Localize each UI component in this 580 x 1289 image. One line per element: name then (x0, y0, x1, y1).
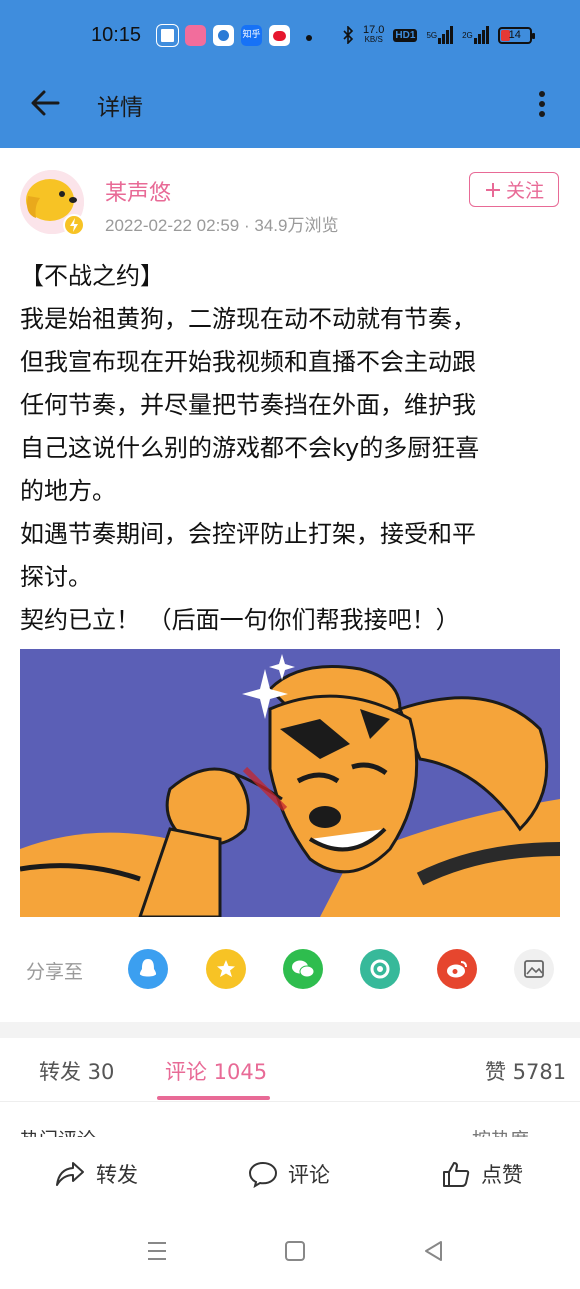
sim1-label: 5G (426, 31, 438, 40)
thumbs-up-icon (443, 1162, 470, 1187)
battery-level: 14 (508, 29, 521, 41)
sim2-label: 2G (462, 31, 473, 40)
comment-label: 评论 (288, 1163, 330, 1187)
tab-comments[interactable]: 评论 1045 (165, 1056, 267, 1086)
share-arrow-icon (56, 1162, 84, 1186)
view-count: 34.9万浏览 (254, 216, 339, 235)
post-content: 【不战之约】 我是始祖黄狗，二游现在动不动就有节奏， 但我宣布现在开始我视频和直… (20, 255, 560, 642)
post-line: 契约已立！ （后面一句你们帮我接吧！） (20, 606, 460, 634)
like-button[interactable]: 点赞 (441, 1159, 523, 1189)
follow-button[interactable]: 关注 (469, 172, 559, 207)
post-image[interactable] (20, 649, 560, 917)
meta-separator: · (243, 216, 255, 235)
moments-icon[interactable] (360, 949, 400, 989)
username[interactable]: 某声悠 (105, 175, 171, 207)
app-bar: 详情 (0, 72, 580, 134)
qzone-icon[interactable] (206, 949, 246, 989)
dog-illustration (20, 649, 560, 917)
status-time: 10:15 (91, 24, 142, 46)
post-line: 我是始祖黄狗，二游现在动不动就有节奏， (20, 305, 476, 333)
recents-menu-icon[interactable] (146, 1239, 168, 1263)
net-speed-unit: KB/S (364, 35, 383, 44)
plus-icon (485, 182, 500, 197)
screen: 10:15 知乎 17.0 KB/S HD1 5G 2G 14 详情 某声悠 2… (0, 0, 580, 1289)
signal-sim2-icon: 2G (462, 26, 489, 44)
bluetooth-icon (343, 26, 354, 44)
home-square-icon[interactable] (284, 1239, 306, 1263)
signal-sim1-icon: 5G (426, 26, 454, 44)
comment-bubble-icon (248, 1161, 278, 1188)
post-line: 的地方。 (20, 477, 116, 505)
interaction-tabs: 转发 30 评论 1045 赞 5781 (0, 1038, 580, 1102)
action-bar: 转发 评论 点赞 (0, 1137, 580, 1219)
like-label: 点赞 (481, 1163, 523, 1187)
tab-repost[interactable]: 转发 30 (39, 1056, 114, 1086)
avatar[interactable] (20, 170, 85, 236)
notification-icons: 知乎 (157, 25, 290, 46)
post-line: 【不战之约】 (20, 262, 164, 290)
qq-browser-icon (157, 25, 178, 46)
post-line: 探讨。 (20, 563, 92, 591)
wechat-icon[interactable] (283, 949, 323, 989)
qq-icon[interactable] (128, 949, 168, 989)
share-row: 分享至 (0, 945, 580, 995)
hd-badge: HD1 (393, 28, 418, 42)
repost-label: 转发 (96, 1163, 138, 1187)
share-label: 分享至 (26, 961, 84, 983)
section-divider (0, 1022, 580, 1038)
post-line: 自己这说什么别的游戏都不会ky的多厨狂喜 (20, 434, 480, 462)
comments-header-peek: 热门评论 按热度 (0, 1103, 580, 1137)
system-nav-bar (0, 1219, 580, 1289)
app-circle-icon (213, 25, 234, 46)
image-icon[interactable] (514, 949, 554, 989)
net-speed-value: 17.0 (363, 24, 385, 36)
status-bar: 10:15 知乎 17.0 KB/S HD1 5G 2G 14 (0, 0, 580, 72)
battery-icon: 14 (497, 26, 535, 44)
sort-by-hot[interactable]: 按热度 (472, 1125, 529, 1137)
follow-label: 关注 (505, 180, 544, 202)
post-timestamp: 2022-02-22 02:59 (105, 216, 240, 235)
back-triangle-icon[interactable] (422, 1239, 444, 1263)
comment-button[interactable]: 评论 (248, 1159, 330, 1189)
weibo-icon (269, 25, 290, 46)
tab-likes[interactable]: 赞 5781 (485, 1056, 566, 1086)
post-line: 任何节奏，并尽量把节奏挡在外面，维护我 (20, 391, 476, 419)
page-title: 详情 (97, 95, 143, 121)
weibo-icon[interactable] (437, 949, 477, 989)
status-right: 17.0 KB/S HD1 5G 2G 14 (342, 25, 535, 45)
more-notifications-dot (306, 35, 312, 41)
repost-button[interactable]: 转发 (54, 1159, 138, 1189)
zhihu-icon: 知乎 (241, 25, 262, 46)
post-line: 如遇节奏期间，会控评防止打架，接受和平 (20, 520, 476, 548)
post-line: 但我宣布现在开始我视频和直播不会主动跟 (20, 348, 476, 376)
post-meta: 2022-02-22 02:59 · 34.9万浏览 (105, 211, 338, 236)
hot-comments-label: 热门评论 (20, 1125, 96, 1137)
more-vertical-icon[interactable] (532, 88, 552, 120)
verified-badge-icon (63, 214, 85, 236)
back-arrow-icon[interactable] (28, 86, 62, 120)
active-tab-indicator (157, 1096, 270, 1100)
top-bar: 10:15 知乎 17.0 KB/S HD1 5G 2G 14 详情 (0, 0, 580, 148)
bilibili-icon (185, 25, 206, 46)
net-speed: 17.0 KB/S (363, 25, 384, 45)
